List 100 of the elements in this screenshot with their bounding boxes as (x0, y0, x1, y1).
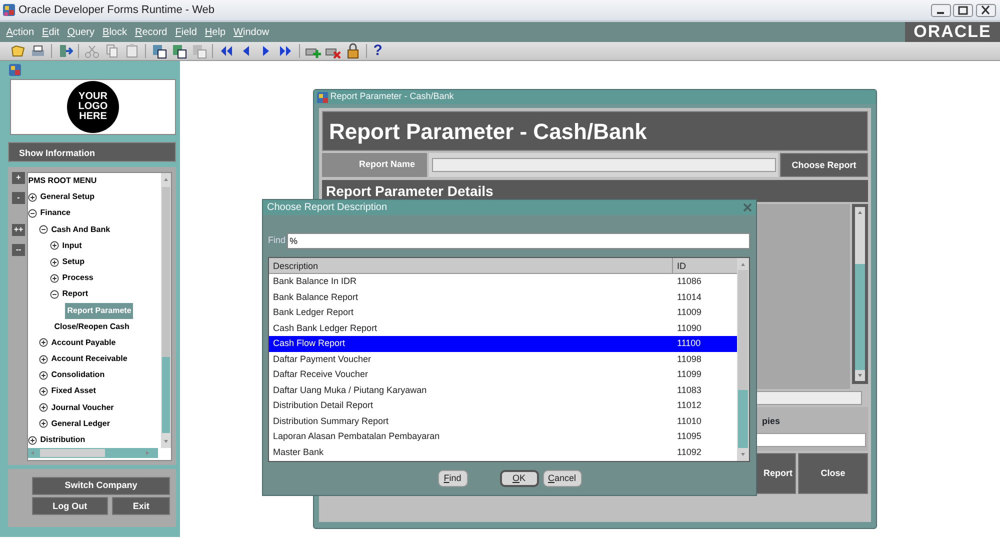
scrollbar[interactable] (737, 258, 749, 461)
expand-icon[interactable] (28, 192, 38, 202)
tree-item[interactable]: Report (62, 286, 88, 303)
field-label: pies (762, 415, 782, 428)
description-text: Distribution Detail Report (273, 399, 374, 412)
menu-item[interactable]: Help (200, 24, 230, 40)
list-row[interactable]: Master Bank 11092 (269, 444, 737, 460)
show-information-bar[interactable]: Show Information (8, 142, 176, 162)
id-text: 11090 (677, 322, 702, 334)
switch-company-button[interactable]: Switch Company (32, 477, 170, 495)
tree-button[interactable]: - (12, 192, 25, 204)
query-icon[interactable] (171, 43, 187, 59)
expand-icon[interactable] (50, 241, 60, 250)
list-row[interactable]: Daftar Payment Voucher 11098 (269, 352, 737, 367)
expand-icon[interactable] (39, 338, 48, 348)
description-text: Daftar Receive Voucher (273, 368, 370, 381)
id-text: 11099 (677, 368, 702, 381)
tree-item[interactable]: General Ledger (51, 416, 110, 432)
list-row[interactable]: Daftar Uang Muka / Piutang Karyawan 11083 (269, 382, 737, 398)
description-text: Distribution Summary Report (273, 414, 390, 428)
scrollbar[interactable] (161, 173, 171, 448)
close-button[interactable] (976, 4, 996, 16)
list-row[interactable]: Bank Ledger Report 11009 (269, 305, 737, 320)
exit-icon[interactable] (57, 43, 73, 59)
description-text: Cash Flow Report (273, 337, 346, 350)
id-text: 11010 (677, 414, 702, 428)
list-row[interactable]: Distribution Detail Report 11012 (269, 398, 737, 414)
expand-icon[interactable] (39, 370, 48, 380)
list-row[interactable]: Cash Bank Ledger Report 11090 (269, 320, 737, 336)
tree-item[interactable]: Close/Reopen Cash (54, 318, 130, 335)
tree-button[interactable]: + (12, 172, 25, 184)
query-icon[interactable] (151, 43, 167, 59)
menu-item[interactable]: Query (63, 24, 99, 40)
menu-item[interactable]: Field (171, 24, 201, 40)
cancel-button[interactable]: Cancel (542, 470, 582, 487)
find-button[interactable]: Find (438, 470, 468, 487)
forms-icon (316, 91, 328, 103)
menu-item[interactable]: Record (130, 24, 172, 40)
id-text: 11009 (677, 306, 702, 319)
log-out-button[interactable]: Log Out (32, 497, 108, 516)
tree-item[interactable]: Distribution (40, 432, 86, 448)
tree-item[interactable]: Account Receivable (51, 351, 128, 368)
tree-button[interactable]: ++ (12, 224, 25, 236)
list-row[interactable]: Laporan Alasan Pembatalan Pembayaran 11095 (269, 429, 737, 444)
list-row[interactable]: Distribution Summary Report 11010 (269, 414, 737, 429)
expand-icon[interactable] (39, 354, 48, 364)
id-text: 11098 (677, 352, 702, 366)
tree-item[interactable]: Cash And Bank (51, 222, 110, 238)
horizontal-scrollbar[interactable] (28, 448, 158, 458)
tree-item[interactable]: Fixed Asset (51, 383, 96, 400)
expand-icon[interactable] (50, 274, 60, 283)
collapse-icon[interactable] (50, 290, 60, 299)
tree-item[interactable]: Finance (40, 205, 70, 222)
expand-icon[interactable] (39, 419, 48, 428)
column-header[interactable]: Description (269, 258, 673, 274)
expand-icon[interactable] (50, 258, 60, 267)
tree-item[interactable]: Consolidation (51, 367, 105, 384)
report-name-field[interactable] (432, 158, 776, 172)
id-text: 11086 (677, 275, 702, 288)
id-text: 11095 (677, 430, 702, 443)
lock-icon[interactable] (345, 43, 361, 59)
list-row[interactable]: Bank Balance Report 11014 (269, 290, 737, 305)
forms-icon[interactable] (8, 63, 22, 77)
choose-report-button[interactable]: Choose Report (780, 153, 868, 178)
tree-item[interactable]: Account Payable (51, 334, 116, 352)
description-text: Daftar Uang Muka / Piutang Karyawan (273, 384, 428, 397)
minimize-button[interactable] (931, 4, 951, 16)
menu-item[interactable]: Action (2, 24, 38, 40)
tree-item[interactable]: Process (62, 270, 94, 286)
maximize-button[interactable] (953, 4, 974, 16)
find-field[interactable]: % (286, 233, 750, 249)
description-text: Bank Balance In IDR (273, 275, 358, 288)
expand-icon[interactable] (39, 403, 48, 412)
tree-button[interactable]: -- (12, 244, 25, 256)
page-heading: Report Parameter - Cash/Bank (322, 111, 868, 151)
tree-item[interactable]: Setup (62, 254, 84, 270)
window-title: Report Parameter - Cash/Bank (330, 90, 454, 104)
description-text: Bank Ledger Report (273, 306, 355, 319)
menu-item[interactable]: Block (98, 24, 131, 40)
ok-button[interactable]: OK (500, 470, 538, 487)
list-row[interactable]: Daftar Receive Voucher 11099 (269, 367, 737, 382)
tree-item[interactable]: PMS ROOT MENU (28, 173, 97, 190)
list-row[interactable]: Cash Flow Report 11100 (269, 336, 737, 352)
description-text: Laporan Alasan Pembatalan Pembayaran (273, 430, 441, 443)
expand-icon[interactable] (28, 436, 38, 445)
tree-item[interactable]: Input (62, 238, 82, 254)
list-row[interactable]: Bank Balance In IDR 11086 (269, 274, 737, 290)
tree-item[interactable]: Journal Voucher (51, 400, 114, 416)
collapse-icon[interactable] (28, 208, 38, 218)
print-icon[interactable] (30, 43, 46, 59)
close-button[interactable]: Close (798, 453, 868, 494)
app-icon (2, 3, 16, 17)
menu-item[interactable]: Edit (38, 24, 64, 40)
help-button[interactable]: ? (370, 42, 386, 60)
expand-icon[interactable] (39, 387, 48, 396)
menu-item[interactable]: Window (230, 24, 274, 40)
exit-button[interactable]: Exit (112, 497, 170, 516)
collapse-icon[interactable] (39, 225, 48, 234)
scrollbar[interactable] (852, 204, 868, 384)
tree-item[interactable]: General Setup (40, 189, 94, 206)
